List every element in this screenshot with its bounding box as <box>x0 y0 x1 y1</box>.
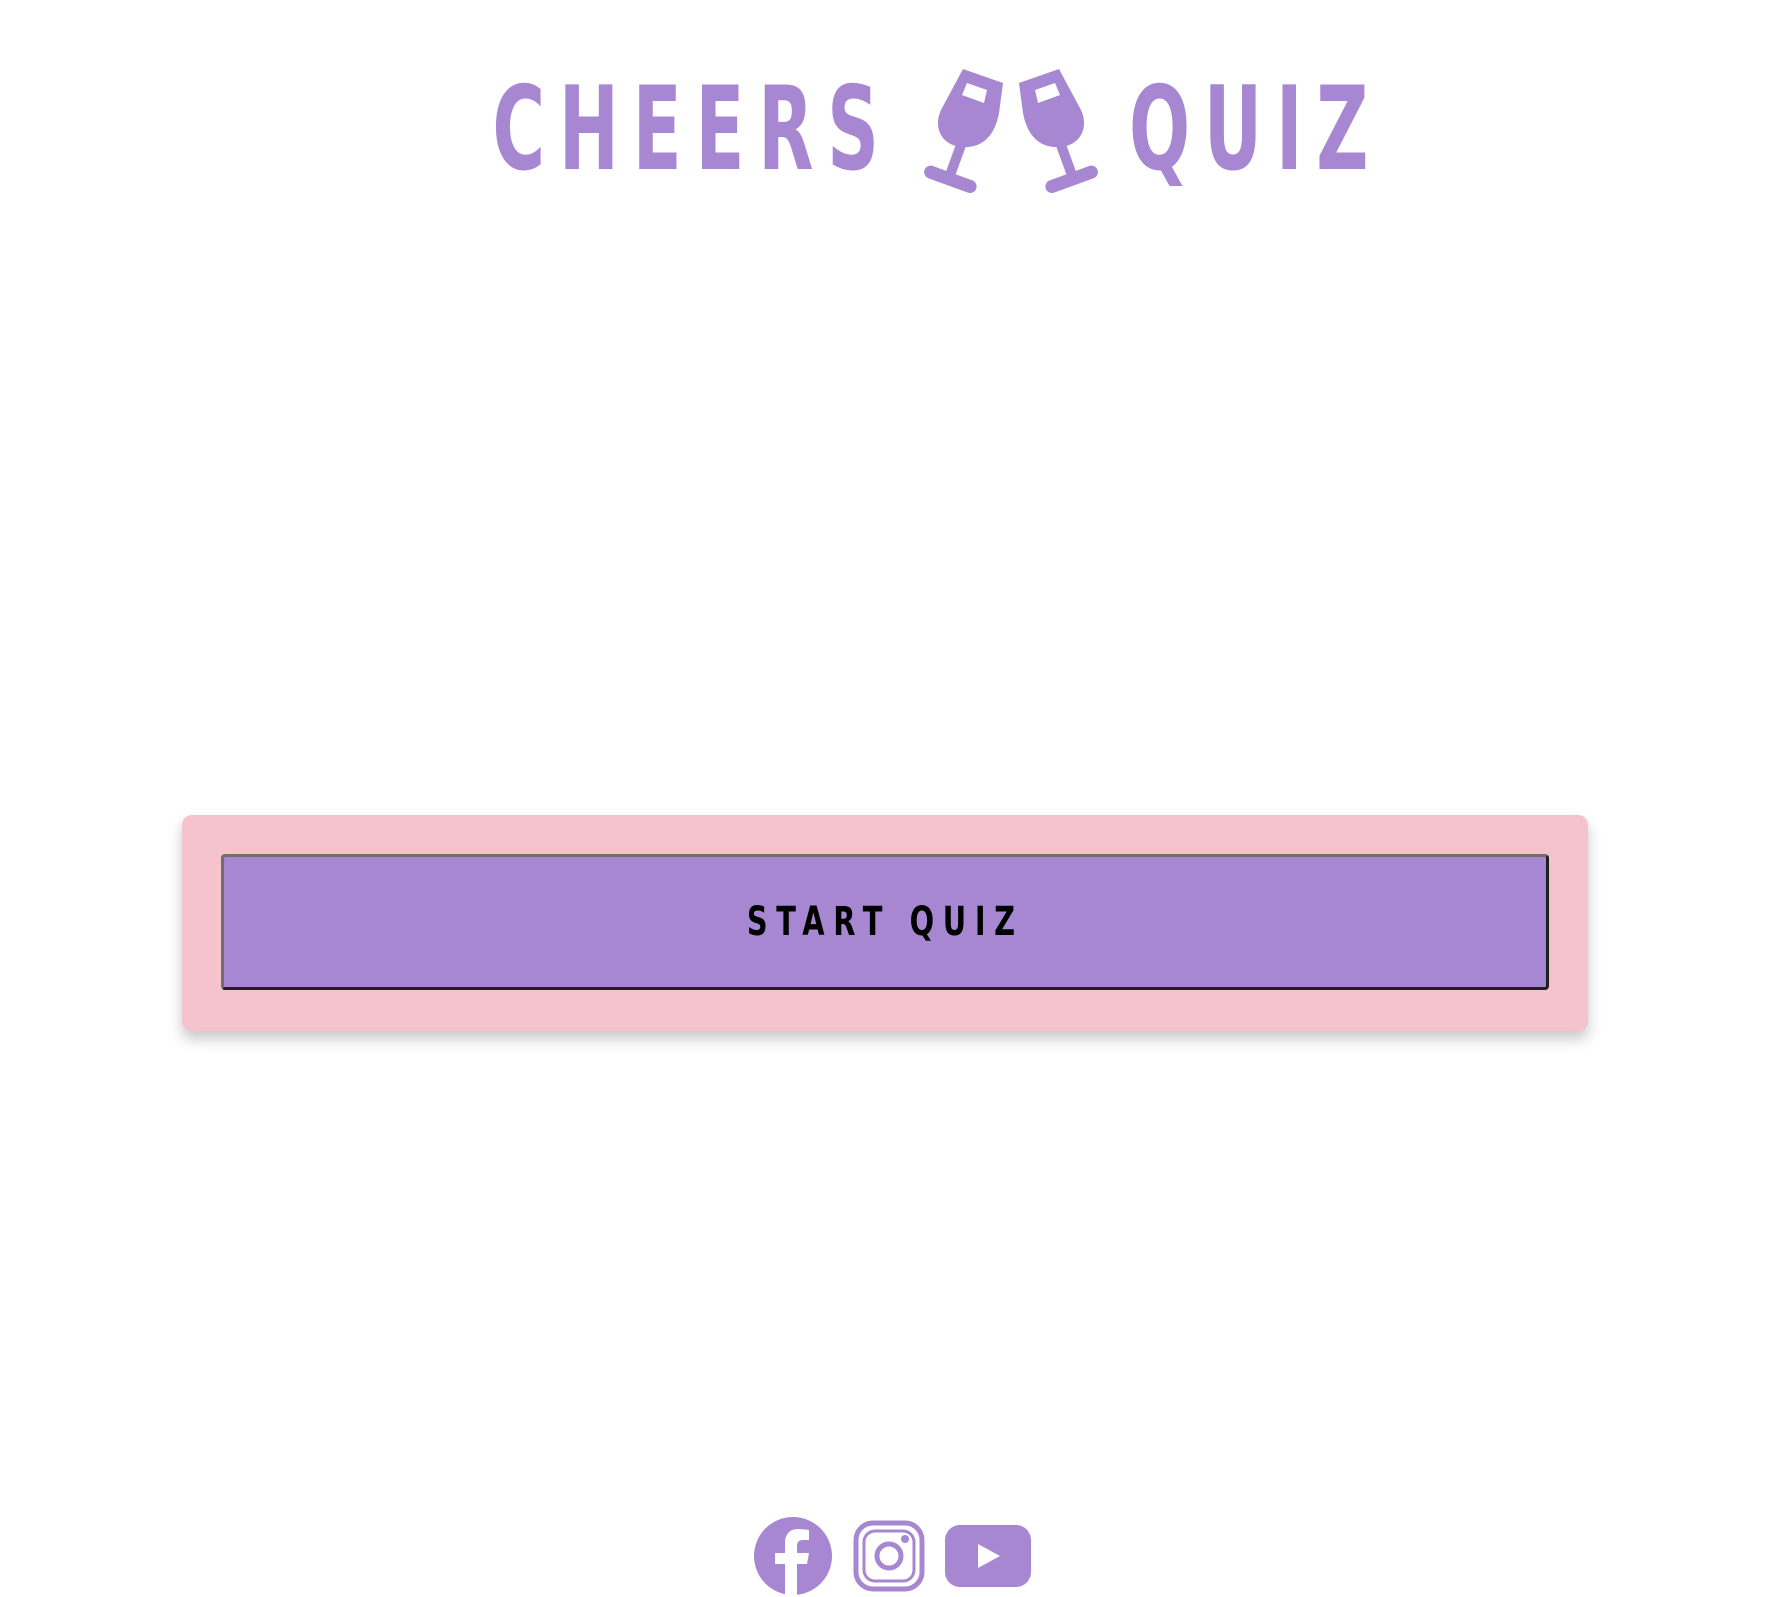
glasses-cheers-icon <box>923 69 1098 193</box>
start-quiz-label: START QUIZ <box>746 899 1024 945</box>
social-links <box>0 1515 1784 1597</box>
title-cheers: CHEERS <box>492 62 893 197</box>
instagram-icon[interactable] <box>853 1520 925 1592</box>
youtube-icon[interactable] <box>945 1524 1031 1588</box>
title-quiz: QUIZ <box>1128 62 1382 197</box>
facebook-icon[interactable] <box>753 1516 833 1596</box>
start-quiz-button[interactable]: START QUIZ <box>221 854 1549 990</box>
site-header: CHEERS QUIZ <box>0 50 1784 210</box>
start-card: START QUIZ <box>182 815 1588 1031</box>
